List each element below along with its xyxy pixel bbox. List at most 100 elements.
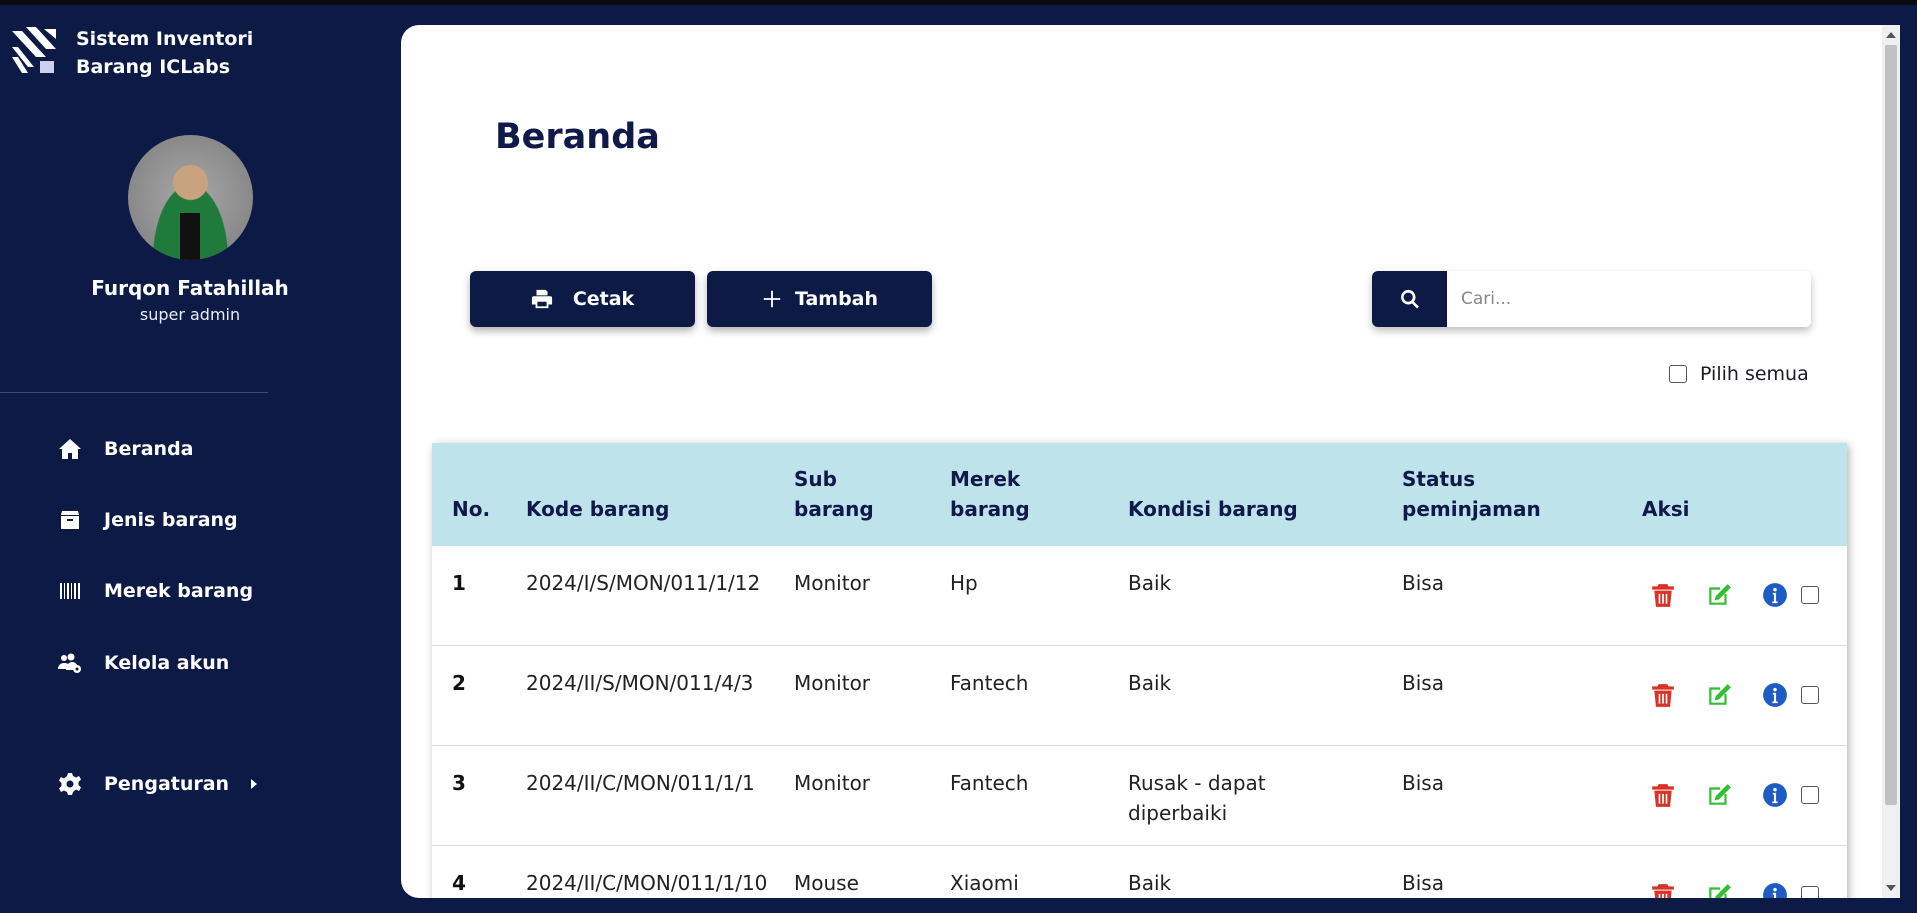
cell-status: Bisa (1402, 771, 1444, 795)
main-panel: Beranda Cetak Tambah Pilih semua No. Kod… (401, 25, 1884, 898)
user-role: super admin (139, 305, 241, 324)
printer-icon (531, 289, 552, 309)
trash-icon[interactable] (1650, 782, 1676, 808)
app-title: Sistem Inventori Barang ICLabs (76, 25, 253, 81)
inventory-table: No. Kode barang Sub barang Merek barang … (432, 443, 1847, 898)
cell-merek: Fantech (950, 671, 1029, 695)
sidebar: Sistem Inventori Barang ICLabs Furqon Fa… (0, 5, 400, 913)
search-input[interactable] (1447, 271, 1811, 327)
edit-icon[interactable] (1706, 782, 1732, 808)
trash-icon[interactable] (1650, 882, 1676, 898)
header-sub: Sub barang (794, 464, 874, 524)
table-body: 1 2024/I/S/MON/011/1/12 Monitor Hp Baik Bisa 2… (432, 546, 1847, 898)
sidebar-item-beranda[interactable]: Beranda (58, 437, 194, 461)
table-row: 3 2024/II/C/MON/011/1/1 Monitor Fantech Rusa… (432, 746, 1847, 846)
cell-sub: Monitor (794, 571, 871, 595)
search-icon (1400, 289, 1419, 309)
home-icon (59, 439, 81, 459)
cell-no: 3 (452, 771, 466, 795)
row-actions (1650, 682, 1819, 708)
app-title-line2: Barang ICLabs (76, 56, 231, 78)
app-title-line1: Sistem Inventori (76, 28, 254, 50)
stripes-logo-icon (12, 27, 56, 73)
select-all-checkbox[interactable] (1669, 365, 1687, 383)
cell-merek: Fantech (950, 771, 1029, 795)
print-label: Cetak (572, 288, 635, 310)
sidebar-divider (0, 392, 268, 393)
plus-icon (763, 290, 781, 308)
cell-kode: 2024/II/S/MON/011/4/3 (526, 671, 754, 695)
row-checkbox[interactable] (1801, 686, 1819, 704)
header-aksi: Aksi (1642, 497, 1690, 521)
add-button[interactable]: Tambah (707, 271, 932, 327)
sidebar-item-kelola-akun[interactable]: Kelola akun (58, 651, 229, 675)
info-icon[interactable] (1762, 582, 1788, 608)
search-button[interactable] (1372, 271, 1447, 327)
edit-icon[interactable] (1706, 682, 1732, 708)
cell-kondisi: Baik (1128, 868, 1171, 898)
scroll-thumb[interactable] (1885, 45, 1897, 805)
cell-kondisi-line1: Baik (1128, 571, 1172, 595)
search-bar (1372, 271, 1811, 327)
user-name: Furqon Fatahillah (91, 276, 289, 300)
cell-no: 4 (452, 871, 466, 895)
trash-icon[interactable] (1650, 682, 1676, 708)
row-checkbox[interactable] (1801, 886, 1819, 898)
cell-kode: 2024/II/C/MON/011/1/10 (526, 871, 768, 895)
cell-status: Bisa (1402, 571, 1444, 595)
box-icon (61, 511, 79, 529)
info-icon[interactable] (1762, 782, 1788, 808)
sidebar-item-label: Pengaturan (104, 773, 230, 795)
select-all[interactable]: Pilih semua (1669, 363, 1809, 385)
cell-status: Bisa (1402, 671, 1444, 695)
header-sub-line1: Sub (794, 467, 837, 491)
cell-kode: 2024/I/S/MON/011/1/12 (526, 571, 761, 595)
cell-sub: Monitor (794, 771, 871, 795)
row-actions (1650, 882, 1819, 898)
users-gear-icon (58, 653, 81, 673)
header-merek-line1: Merek (950, 467, 1021, 491)
header-status-line2: peminjaman (1402, 497, 1541, 521)
barcode-icon (60, 583, 80, 599)
edit-icon[interactable] (1706, 582, 1732, 608)
header-kode: Kode barang (526, 497, 670, 521)
cell-merek: Xiaomi (950, 871, 1019, 895)
cell-kondisi: Baik (1128, 568, 1171, 598)
table-row: 1 2024/I/S/MON/011/1/12 Monitor Hp Baik Bisa (432, 546, 1847, 646)
sidebar-item-merek-barang[interactable]: Merek barang (58, 579, 253, 603)
avatar (128, 135, 253, 260)
row-checkbox[interactable] (1801, 786, 1819, 804)
scrollbar[interactable] (1882, 25, 1900, 898)
page-title: Beranda (495, 117, 660, 157)
cell-status: Bisa (1402, 871, 1444, 895)
info-icon[interactable] (1762, 682, 1788, 708)
edit-icon[interactable] (1706, 882, 1732, 898)
cell-sub: Mouse (794, 871, 859, 895)
cell-kode: 2024/II/C/MON/011/1/1 (526, 771, 755, 795)
cell-no: 2 (452, 671, 466, 695)
row-checkbox[interactable] (1801, 586, 1819, 604)
header-sub-line2: barang (794, 497, 874, 521)
cell-no: 1 (452, 571, 466, 595)
table-header: No. Kode barang Sub barang Merek barang … (432, 443, 1847, 546)
info-icon[interactable] (1762, 882, 1788, 898)
sidebar-item-label: Merek barang (104, 580, 254, 602)
brand: Sistem Inventori Barang ICLabs (10, 25, 253, 81)
chevron-right-icon (251, 779, 258, 789)
sidebar-item-pengaturan[interactable]: Pengaturan (58, 772, 258, 796)
scroll-down-icon[interactable] (1886, 885, 1896, 891)
header-merek: Merek barang (950, 464, 1030, 524)
header-status-line1: Status (1402, 467, 1476, 491)
sidebar-item-jenis-barang[interactable]: Jenis barang (58, 508, 238, 532)
header-merek-line2: barang (950, 497, 1030, 521)
cell-kondisi: Baik (1128, 668, 1171, 698)
cell-sub: Monitor (794, 671, 871, 695)
print-button[interactable]: Cetak (470, 271, 695, 327)
row-actions (1650, 582, 1819, 608)
trash-icon[interactable] (1650, 582, 1676, 608)
cell-kondisi-line1: Baik (1128, 671, 1172, 695)
table-row: 4 2024/II/C/MON/011/1/10 Mouse Xiaomi Baik Bi… (432, 846, 1847, 898)
cell-kondisi-line1: Baik (1128, 871, 1172, 895)
scroll-up-icon[interactable] (1886, 32, 1896, 38)
row-actions (1650, 782, 1819, 808)
